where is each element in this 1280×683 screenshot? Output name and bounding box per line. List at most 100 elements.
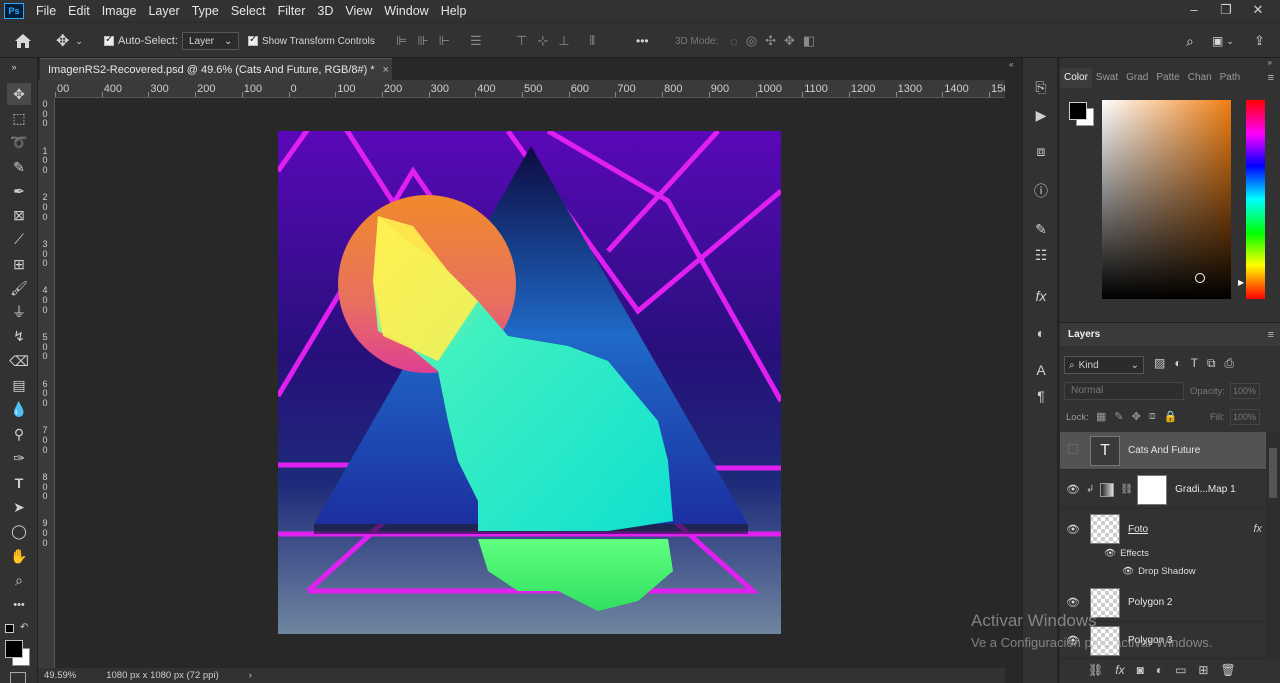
effects-row[interactable]: 👁 Effects — [1104, 548, 1149, 559]
layer-filter-dropdown[interactable]: ⌕ Kind ⌄ — [1064, 356, 1144, 374]
delete-layer-icon[interactable]: 🗑 — [1220, 663, 1235, 677]
3d-slide-icon[interactable]: ✥ — [784, 33, 795, 49]
add-mask-icon[interactable]: ◙ — [1137, 663, 1144, 677]
link-icon[interactable]: ⛓ — [1120, 484, 1133, 495]
eraser-tool-icon[interactable]: ⌫ — [7, 350, 31, 372]
tab-patterns[interactable]: Patte — [1152, 68, 1183, 88]
zoom-tool-icon[interactable]: ⌕ — [7, 569, 31, 591]
align-center-icon[interactable]: ⊪ — [417, 33, 428, 49]
type-tool-icon[interactable]: T — [7, 472, 31, 494]
ellipse-tool-icon[interactable]: ◯ — [7, 520, 31, 542]
artwork-canvas[interactable] — [278, 131, 781, 634]
layer-name[interactable]: Polygon 2 — [1128, 597, 1172, 608]
layer-name[interactable]: Gradi...Map 1 — [1175, 484, 1236, 495]
history-panel-icon[interactable]: ⎘ — [1029, 76, 1053, 98]
brush-tool-icon[interactable]: 🖌 — [7, 277, 31, 299]
layer-mask-thumbnail[interactable] — [1137, 474, 1168, 505]
lock-transparency-icon[interactable]: ▦ — [1096, 410, 1106, 423]
new-layer-icon[interactable]: ⊞ — [1198, 663, 1208, 677]
paragraph-panel-icon[interactable]: ¶ — [1029, 385, 1053, 407]
lock-all-icon[interactable]: 🔒 — [1164, 410, 1178, 423]
eye-icon[interactable]: 👁 — [1060, 596, 1086, 609]
menu-filter[interactable]: Filter — [272, 0, 312, 22]
lasso-tool-icon[interactable]: ➰ — [7, 131, 31, 153]
layer-row-foto[interactable]: 👁 Foto fx — [1060, 510, 1266, 548]
menu-help[interactable]: Help — [435, 0, 473, 22]
blur-tool-icon[interactable]: 💧 — [7, 398, 31, 420]
menu-view[interactable]: View — [339, 0, 378, 22]
auto-select-checkbox[interactable]: Auto-Select: — [104, 23, 178, 59]
hue-slider[interactable] — [1246, 100, 1265, 299]
styles-panel-icon[interactable]: fx — [1029, 285, 1053, 307]
fill-input[interactable]: 100% — [1230, 409, 1260, 425]
filter-adjustment-icon[interactable]: ◐ — [1174, 356, 1181, 371]
drop-shadow-eye-icon[interactable]: 👁 — [1122, 566, 1134, 577]
home-icon[interactable] — [14, 23, 32, 59]
move-tool-preset-icon[interactable]: ✥ ⌄ — [56, 23, 83, 59]
align-right-icon[interactable]: ⊩ — [439, 33, 450, 49]
color-picker-field[interactable] — [1102, 100, 1231, 299]
tab-channels[interactable]: Chan — [1184, 68, 1216, 88]
menu-window[interactable]: Window — [378, 0, 434, 22]
effects-eye-icon[interactable]: 👁 — [1104, 548, 1116, 559]
menu-select[interactable]: Select — [225, 0, 272, 22]
more-options-button[interactable]: ••• — [636, 23, 649, 59]
drop-shadow-row[interactable]: 👁 Drop Shadow — [1122, 566, 1196, 577]
color-picker-cursor[interactable] — [1195, 273, 1205, 283]
properties-panel-icon[interactable]: ☷ — [1029, 244, 1053, 266]
hand-tool-icon[interactable]: ✋ — [7, 545, 31, 567]
character-panel-icon[interactable]: A — [1029, 359, 1053, 381]
menu-edit[interactable]: Edit — [62, 0, 96, 22]
3d-roll-icon[interactable]: ◎ — [746, 33, 757, 49]
search-icon[interactable]: ⌕ — [1186, 23, 1194, 59]
quick-select-tool-icon[interactable]: ✎ — [7, 156, 31, 178]
align-left-icon[interactable]: ⊫ — [396, 33, 407, 49]
gradient-tool-icon[interactable]: ▤ — [7, 374, 31, 396]
dodge-tool-icon[interactable]: ⚲ — [7, 423, 31, 445]
3d-scale-icon[interactable]: ◧ — [803, 33, 815, 49]
close-window-icon[interactable]: ✕ — [1242, 0, 1274, 22]
tab-color[interactable]: Color — [1060, 68, 1092, 88]
new-adjustment-icon[interactable]: ◐ — [1156, 663, 1163, 677]
color-panel-menu-icon[interactable]: ≡ — [1268, 72, 1274, 84]
share-icon[interactable]: ⇪ — [1254, 23, 1265, 59]
lock-artboard-icon[interactable]: ⧈ — [1149, 410, 1156, 423]
workspace-icon[interactable]: ▣ ⌄ — [1212, 23, 1234, 59]
layers-panel-title[interactable]: Layers — [1068, 329, 1100, 340]
eye-icon[interactable]: 👁 — [1060, 483, 1086, 496]
align-middle-icon[interactable]: ⊹ — [537, 33, 548, 49]
swap-colors-icon[interactable]: ↶ — [20, 622, 28, 633]
zoom-level[interactable]: 49.59% — [44, 670, 76, 681]
document-tab[interactable]: ImagenRS2-Recovered.psd @ 49.6% (Cats An… — [40, 58, 392, 80]
align-bottom-icon[interactable]: ⊥ — [558, 33, 569, 49]
layer-row-gradient-map[interactable]: 👁 ↲ ⛓ Gradi...Map 1 — [1060, 471, 1266, 509]
blend-mode-dropdown[interactable]: Normal — [1064, 382, 1184, 400]
status-menu-arrow[interactable]: › — [249, 670, 252, 681]
eyedropper-tool-icon[interactable]: ⟋ — [7, 228, 31, 250]
collapse-right-icon[interactable]: » — [1268, 58, 1272, 67]
opacity-input[interactable]: 100% — [1230, 383, 1260, 399]
close-tab-icon[interactable]: × — [383, 64, 389, 76]
adjustments-panel-icon[interactable]: ◐ — [1029, 322, 1053, 344]
quick-mask-icon[interactable] — [10, 672, 26, 683]
hue-slider-handle-icon[interactable]: ▶ — [1238, 278, 1244, 287]
filter-type-icon[interactable]: T — [1191, 356, 1198, 371]
align-top-icon[interactable]: ⊤ — [516, 33, 527, 49]
menu-3d[interactable]: 3D — [311, 0, 339, 22]
panel-foreground-swatch[interactable] — [1069, 102, 1087, 120]
tab-swatches[interactable]: Swat — [1092, 68, 1122, 88]
info-panel-icon[interactable]: ⓘ — [1029, 180, 1053, 202]
brush-settings-icon[interactable]: ✎ — [1029, 218, 1053, 240]
layer-fx-icon[interactable]: fx — [1253, 523, 1262, 535]
auto-select-target-dropdown[interactable]: Layer ⌄ — [182, 23, 240, 59]
menu-file[interactable]: File — [30, 0, 62, 22]
layer-name[interactable]: Foto — [1128, 524, 1148, 535]
lock-pixels-icon[interactable]: ✎ — [1114, 410, 1123, 423]
stamp-tool-icon[interactable]: ⏚ — [7, 301, 31, 323]
menu-type[interactable]: Type — [186, 0, 225, 22]
marquee-tool-icon[interactable]: ⬚ — [7, 107, 31, 129]
3d-panel-icon[interactable]: ⧈ — [1029, 140, 1053, 162]
3d-pan-icon[interactable]: ✣ — [765, 33, 776, 49]
restore-icon[interactable]: ❐ — [1210, 0, 1242, 22]
layer-row-text[interactable]: T Cats And Future — [1060, 432, 1266, 470]
